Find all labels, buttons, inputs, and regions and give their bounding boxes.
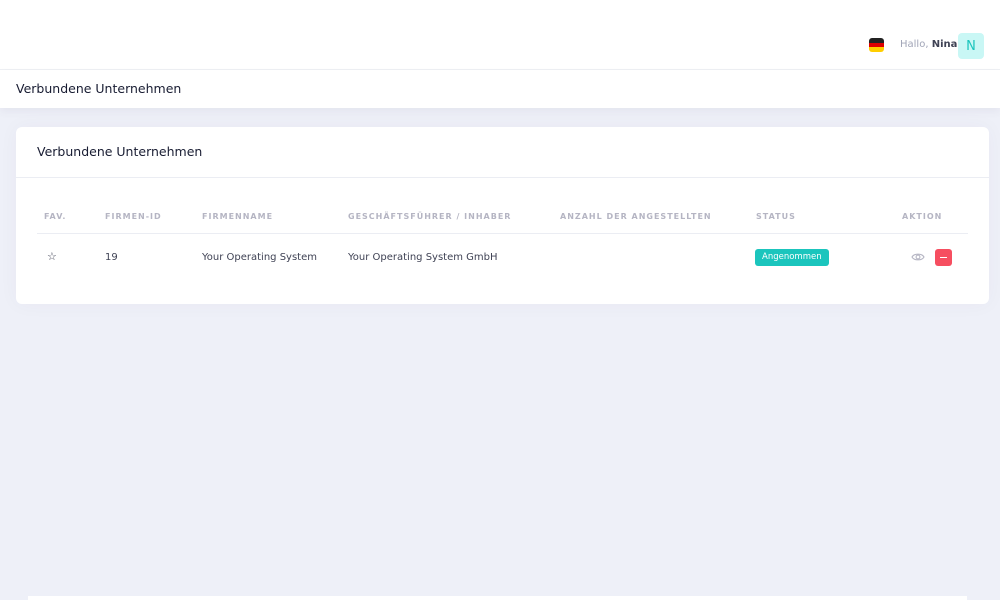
- column-header-owner[interactable]: GESCHÄFTSFÜHRER / INHABER: [348, 212, 511, 222]
- status-badge: Angenommen: [755, 249, 829, 266]
- card-header: Verbundene Unternehmen: [16, 127, 989, 178]
- table-divider: [37, 233, 968, 234]
- eye-icon[interactable]: [911, 251, 925, 263]
- subheader: Verbundene Unternehmen: [0, 70, 1000, 108]
- star-outline-icon[interactable]: ☆: [47, 250, 57, 264]
- greeting-prefix: Hallo,: [900, 39, 929, 50]
- column-header-status[interactable]: STATUS: [756, 212, 796, 222]
- flag-de-icon[interactable]: [869, 38, 884, 52]
- user-name: Nina: [931, 39, 958, 50]
- page-title: Verbundene Unternehmen: [16, 81, 182, 96]
- company-id-cell: 19: [105, 252, 118, 263]
- company-name-cell: Your Operating System: [202, 252, 317, 263]
- remove-button[interactable]: [935, 249, 952, 266]
- column-header-fav[interactable]: FAV.: [44, 212, 66, 222]
- column-header-company-name[interactable]: FIRMENNAME: [202, 212, 273, 222]
- owner-cell: Your Operating System GmbH: [348, 252, 498, 263]
- topbar: Hallo, Nina N: [0, 0, 1000, 70]
- avatar[interactable]: N: [958, 33, 984, 59]
- column-header-actions: AKTION: [902, 212, 943, 221]
- card-title: Verbundene Unternehmen: [37, 144, 203, 159]
- column-header-employees[interactable]: ANZAHL DER ANGESTELLTEN: [560, 212, 712, 222]
- companies-card: Verbundene Unternehmen FAV. FIRMEN-ID FI…: [16, 127, 989, 304]
- footer-panel: [28, 596, 967, 600]
- column-header-company-id[interactable]: FIRMEN-ID: [105, 212, 162, 222]
- minus-icon: [940, 256, 947, 259]
- user-greeting[interactable]: Hallo, Nina: [900, 38, 957, 52]
